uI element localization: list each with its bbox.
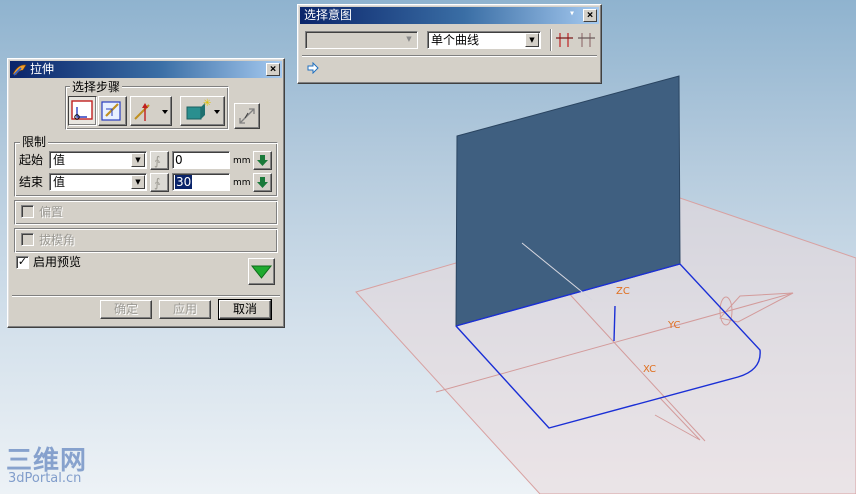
reverse-direction-button[interactable] xyxy=(234,103,260,129)
toolbar-separator xyxy=(550,29,552,51)
svg-text:∱: ∱ xyxy=(154,154,161,168)
boolean-button[interactable]: ✳ xyxy=(180,96,225,126)
formula-icon: ∱ xyxy=(154,176,161,190)
section-icon xyxy=(71,100,93,120)
direction-button[interactable] xyxy=(130,96,172,126)
svg-text:✳: ✳ xyxy=(203,98,211,109)
curve-rule-select[interactable]: 单个曲线 ▼ xyxy=(427,31,541,49)
start-mode-select[interactable]: 值 ▼ xyxy=(49,151,147,169)
extrude-title: 拉伸 xyxy=(30,62,55,76)
extrude-dialog: 拉伸 × 选择步骤 ✳ 限制 起始 值 ▼ ∱ 0 mm 结束 值 ▼ ∱ 30… xyxy=(7,58,285,328)
close-button[interactable]: × xyxy=(266,63,280,76)
vector-direction-icon xyxy=(134,103,168,121)
stop-at-intersection-icon[interactable] xyxy=(556,32,574,48)
start-options-button[interactable] xyxy=(253,151,272,170)
end-unit: mm xyxy=(233,178,251,188)
end-value-input[interactable]: 30 xyxy=(172,173,230,191)
zc-label: ZC xyxy=(616,286,630,297)
follow-fillet-icon[interactable] xyxy=(578,32,596,48)
limits-label: 限制 xyxy=(20,135,49,149)
selection-intent-toolbar: 选择意图 ▾ × ▼ 单个曲线 ▼ xyxy=(297,4,602,84)
formula-icon: ∱ xyxy=(154,154,161,168)
chevron-down-icon: ▼ xyxy=(131,153,145,167)
enable-preview-checkbox[interactable]: ✓ xyxy=(16,256,29,269)
start-formula-button[interactable]: ∱ xyxy=(150,151,169,170)
arrow-right-icon[interactable] xyxy=(307,62,319,74)
chevron-down-icon: ▼ xyxy=(402,33,416,47)
selection-intent-title: 选择意图 xyxy=(304,8,353,22)
triangle-down-icon xyxy=(250,265,273,279)
enable-preview-label: 启用预览 xyxy=(33,255,82,269)
end-mode-select[interactable]: 值 ▼ xyxy=(49,173,147,191)
yc-label: YC xyxy=(667,320,681,331)
arrow-down-icon xyxy=(257,177,268,188)
start-unit: mm xyxy=(233,156,251,166)
sketch-icon xyxy=(101,101,121,121)
offset-checkbox[interactable] xyxy=(21,205,34,218)
toolbar-divider xyxy=(302,55,597,57)
start-label: 起始 xyxy=(19,153,44,167)
button-separator xyxy=(12,295,280,297)
zc-vector xyxy=(613,305,616,342)
toolbar-menu-button[interactable]: ▾ xyxy=(565,9,579,22)
svg-text:∱: ∱ xyxy=(154,176,161,190)
apply-button[interactable]: 应用 xyxy=(159,300,211,319)
ok-button[interactable]: 确定 xyxy=(100,300,152,319)
draft-checkbox[interactable] xyxy=(21,233,34,246)
selection-intent-titlebar[interactable]: 选择意图 ▾ × xyxy=(300,7,599,24)
arrow-down-icon xyxy=(257,155,268,166)
watermark-url: 3dPortal.cn xyxy=(8,471,82,486)
sketch-section-button[interactable] xyxy=(98,96,127,126)
cancel-button[interactable]: 取消 xyxy=(218,299,272,320)
extrude-icon xyxy=(12,64,27,76)
end-options-button[interactable] xyxy=(253,173,272,192)
chevron-down-icon: ▼ xyxy=(525,33,539,47)
selection-steps-label: 选择步骤 xyxy=(70,80,123,94)
expand-preview-button[interactable] xyxy=(248,258,275,285)
start-value-input[interactable]: 0 xyxy=(172,151,230,169)
extrude-titlebar[interactable]: 拉伸 × xyxy=(10,61,282,78)
section-step-button[interactable] xyxy=(68,96,97,126)
draft-label: 拔模角 xyxy=(39,233,76,247)
close-button[interactable]: × xyxy=(583,9,597,22)
end-formula-button[interactable]: ∱ xyxy=(150,173,169,192)
end-label: 结束 xyxy=(19,175,44,189)
offset-label: 偏置 xyxy=(39,205,64,219)
reverse-direction-icon xyxy=(239,108,255,124)
xc-label: XC xyxy=(643,364,656,375)
type-filter-select[interactable]: ▼ xyxy=(305,31,418,49)
boolean-icon: ✳ xyxy=(186,98,220,120)
chevron-down-icon: ▼ xyxy=(131,175,145,189)
